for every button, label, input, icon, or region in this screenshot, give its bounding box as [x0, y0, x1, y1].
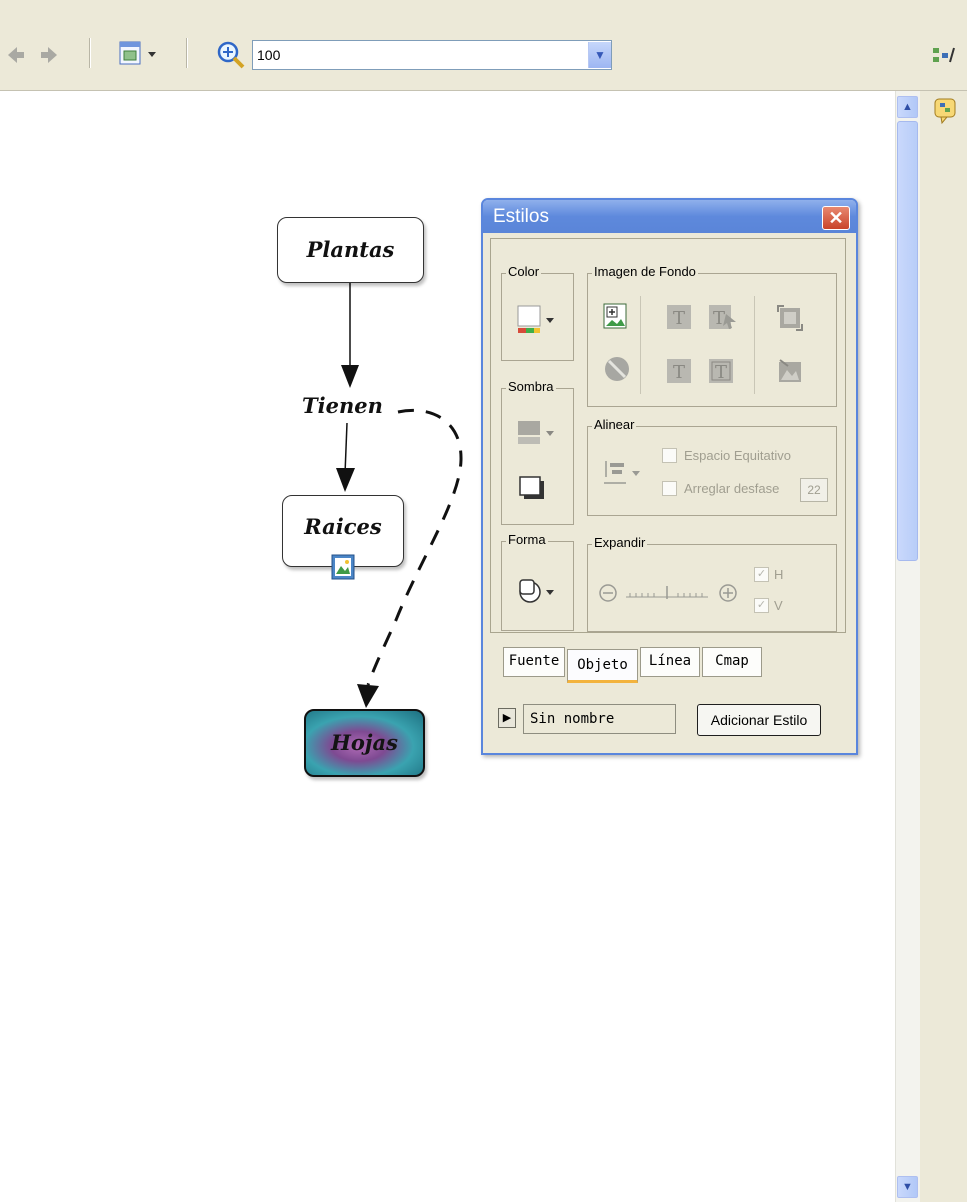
tab-objeto[interactable]: Objeto [567, 649, 638, 683]
text-background-icon-2[interactable]: T [666, 358, 692, 384]
fix-offset-checkbox[interactable] [662, 481, 677, 496]
text-background-stretch-icon[interactable]: T [708, 304, 738, 330]
node-label: Hojas [331, 730, 398, 755]
text-background-fit-icon[interactable]: T [708, 358, 738, 384]
shape-picker-icon[interactable] [516, 574, 560, 610]
style-name-field[interactable]: Sin nombre [523, 704, 676, 734]
styles-dialog: Estilos ✕ Color Imagen de Fondo T T T T … [481, 198, 858, 755]
text-background-icon[interactable]: T [666, 304, 692, 330]
expand-slider[interactable] [622, 583, 712, 603]
object-styles-panel: Color Imagen de Fondo T T T T Sombra Ali… [490, 238, 846, 633]
comment-icon[interactable] [933, 97, 957, 125]
offset-input[interactable]: 22 [800, 478, 828, 502]
vertical-label: V [774, 598, 783, 613]
align-group: Alinear Espacio Equitativo Arreglar desf… [587, 417, 837, 516]
close-button[interactable]: ✕ [822, 206, 850, 230]
arrowhead [357, 684, 379, 708]
image-fit-icon[interactable] [776, 304, 804, 332]
shadow-color-icon[interactable] [516, 417, 560, 453]
expand-group: Expandir ✓ H ✓ V [587, 535, 837, 632]
equal-spacing-checkbox[interactable] [662, 448, 677, 463]
shape-label: Forma [506, 532, 548, 547]
drop-shadow-icon[interactable] [517, 474, 547, 504]
dialog-title-bar[interactable]: Estilos ✕ [483, 200, 856, 233]
cmap-views-icon[interactable] [930, 44, 956, 68]
shadow-label: Sombra [506, 379, 556, 394]
remove-background-icon[interactable] [602, 354, 632, 384]
play-icon[interactable]: ▶ [498, 708, 516, 728]
svg-text:T: T [673, 308, 685, 329]
separator [640, 296, 641, 394]
node-label: Raices [304, 514, 382, 539]
align-options-icon[interactable] [600, 457, 650, 493]
equal-spacing-label: Espacio Equitativo [684, 448, 791, 463]
tab-fuente[interactable]: Fuente [503, 647, 565, 677]
expand-label: Expandir [592, 535, 648, 550]
image-tile-icon[interactable] [776, 356, 804, 384]
arrowhead [341, 365, 359, 388]
vertical-scrollbar[interactable]: ▲ ▼ [895, 91, 920, 1202]
concept-node-plantas[interactable]: Plantas [277, 217, 424, 283]
add-background-image-icon[interactable] [602, 302, 630, 332]
separator [754, 296, 755, 394]
background-image-group: Imagen de Fondo T T T T [587, 264, 837, 407]
arrowhead [336, 468, 355, 492]
svg-text:T: T [713, 308, 725, 329]
image-attachment-icon[interactable] [331, 554, 355, 580]
expand-vertical-checkbox[interactable]: ✓ [754, 598, 769, 613]
add-style-button[interactable]: Adicionar Estilo [697, 704, 821, 736]
color-picker-icon[interactable] [516, 304, 560, 338]
node-label: Plantas [306, 237, 395, 262]
linking-phrase[interactable]: Tienen [302, 393, 383, 418]
fix-offset-label: Arreglar desfase [684, 481, 780, 496]
dialog-title: Estilos [493, 206, 549, 227]
shadow-group: Sombra [501, 379, 574, 525]
color-label: Color [506, 264, 542, 279]
expand-horizontal-checkbox[interactable]: ✓ [754, 567, 769, 582]
tab-cmap[interactable]: Cmap [702, 647, 762, 677]
scroll-up-button[interactable]: ▲ [897, 96, 918, 118]
grow-icon[interactable] [718, 583, 738, 603]
background-image-label: Imagen de Fondo [592, 264, 698, 279]
right-side-panel [920, 91, 967, 1202]
align-label: Alinear [592, 417, 637, 432]
svg-text:T: T [673, 362, 685, 383]
scroll-down-button[interactable]: ▼ [897, 1176, 918, 1198]
shrink-icon[interactable] [598, 583, 618, 603]
concept-node-hojas[interactable]: Hojas [304, 709, 425, 777]
scroll-thumb[interactable] [897, 121, 918, 561]
tab-linea[interactable]: Línea [640, 647, 700, 677]
color-group: Color [501, 264, 574, 361]
horizontal-label: H [774, 567, 784, 582]
shape-group: Forma [501, 532, 574, 631]
link-line-tienen-raices [344, 422, 348, 475]
